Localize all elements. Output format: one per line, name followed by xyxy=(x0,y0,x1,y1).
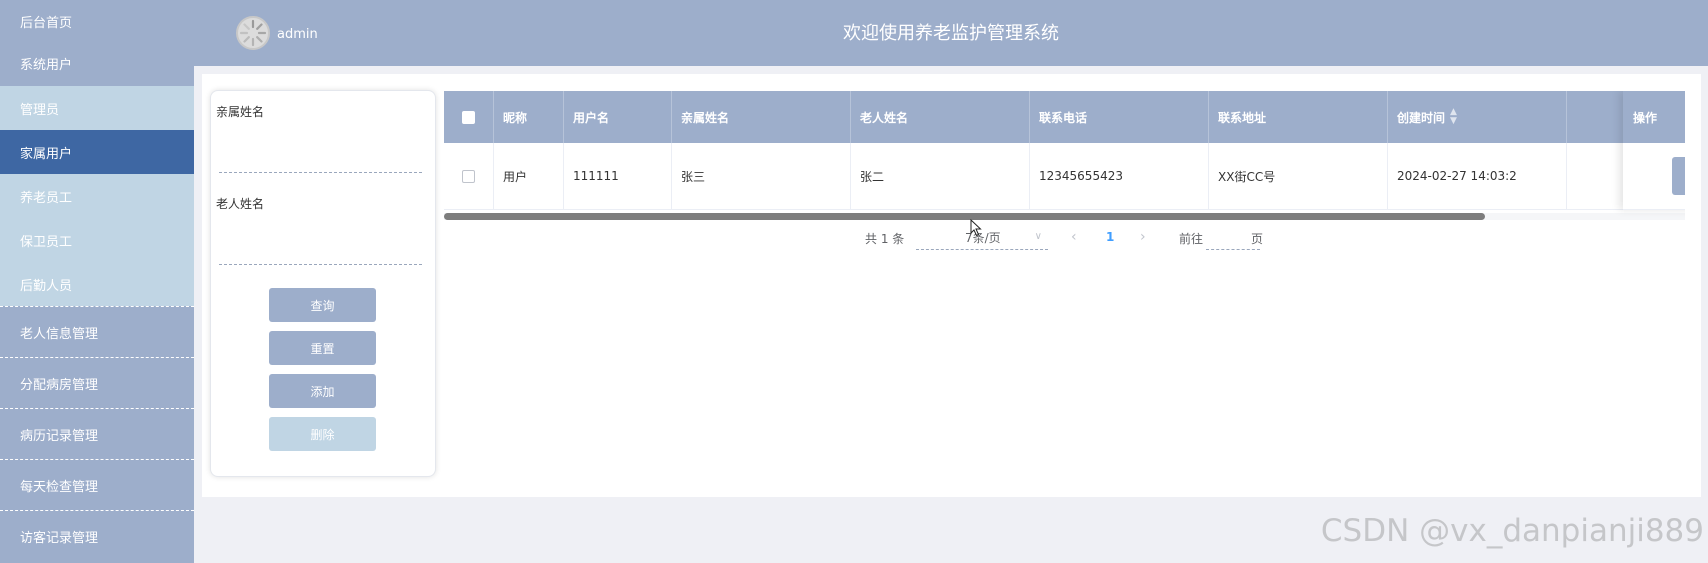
sidebar-item-admins[interactable]: 管理员 xyxy=(0,86,194,130)
sidebar-submenu-system-users: 管理员 家属用户 养老员工 保卫员工 后勤人员 xyxy=(0,86,194,306)
sidebar-item-visitor-records[interactable]: 访客记录管理 xyxy=(0,510,194,561)
sidebar-item-label: 家属用户 xyxy=(20,146,73,162)
sidebar-item-care-staff[interactable]: 养老员工 xyxy=(0,174,194,218)
pagination-total: 共 1 条 xyxy=(865,232,905,246)
data-table: 昵称 用户名 亲属姓名 老人姓名 联系电话 联系地址 创建时间 ▲ ▼ 用户 11… xyxy=(444,91,1685,227)
sidebar-item-system-users[interactable]: 系统用户 xyxy=(0,40,194,86)
column-header-created-at[interactable]: 创建时间 ▲ ▼ xyxy=(1388,91,1567,143)
table-row[interactable]: 用户 111111 张三 张二 12345655423 XX街CC号 2024-… xyxy=(444,143,1685,210)
cell-address: XX街CC号 xyxy=(1209,143,1388,209)
sidebar-item-label: 后台首页 xyxy=(20,16,73,31)
sidebar-item-label: 病历记录管理 xyxy=(20,428,99,444)
app-title: 欢迎使用养老监护管理系统 xyxy=(843,23,1059,44)
delete-button[interactable]: 删除 xyxy=(269,417,376,451)
elder-name-label: 老人姓名 xyxy=(216,197,265,211)
reset-button[interactable]: 重置 xyxy=(269,331,376,365)
scrollbar-thumb[interactable] xyxy=(444,213,1485,220)
query-button[interactable]: 查询 xyxy=(269,288,376,322)
sidebar-item-daily-checks[interactable]: 每天检查管理 xyxy=(0,459,194,510)
cell-elder-name: 张二 xyxy=(851,143,1030,209)
pagination: 共 1 条 7条/页 ∨ ‹ 1 › 前往 页 xyxy=(0,226,1708,250)
select-all-checkbox[interactable] xyxy=(462,110,475,124)
next-page-icon[interactable]: › xyxy=(1140,229,1146,245)
sidebar-item-ward-assignment[interactable]: 分配病房管理 xyxy=(0,357,194,408)
goto-label: 前往 xyxy=(1179,232,1204,246)
column-header-elder-name: 老人姓名 xyxy=(851,91,1030,143)
horizontal-scrollbar[interactable] xyxy=(444,213,1685,220)
select-all-cell xyxy=(444,91,494,143)
row-checkbox[interactable] xyxy=(462,169,475,183)
sidebar-item-label: 养老员工 xyxy=(20,190,73,206)
page-size-select[interactable]: 7条/页 ∨ xyxy=(916,226,1048,250)
detail-button[interactable]: 详情 xyxy=(1671,157,1685,195)
column-header-label: 创建时间 xyxy=(1397,110,1446,125)
sidebar-item-label: 访客记录管理 xyxy=(20,530,99,546)
cell-phone: 12345655423 xyxy=(1030,143,1209,209)
page-number-current[interactable]: 1 xyxy=(1106,230,1114,244)
cell-relative-name: 张三 xyxy=(672,143,851,209)
column-header-username: 用户名 xyxy=(564,91,672,143)
mouse-cursor-icon xyxy=(970,219,982,237)
column-header-address: 联系地址 xyxy=(1209,91,1388,143)
main-panel: 亲属姓名 老人姓名 查询 重置 添加 删除 昵称 用户名 亲属姓名 老人姓名 联… xyxy=(202,74,1701,497)
sidebar-item-label: 每天检查管理 xyxy=(20,479,99,495)
prev-page-icon[interactable]: ‹ xyxy=(1071,229,1077,245)
row-select-cell xyxy=(444,143,494,209)
sort-caret-icon[interactable]: ▲ ▼ xyxy=(1450,108,1457,126)
sidebar-item-label: 系统用户 xyxy=(20,57,73,73)
sidebar-item-home[interactable]: 后台首页 xyxy=(0,0,194,40)
relative-name-input[interactable] xyxy=(219,143,422,173)
fixed-action-column: 操作 详情 xyxy=(1623,91,1685,210)
sidebar-item-label: 后勤人员 xyxy=(20,278,73,294)
column-header-actions: 操作 xyxy=(1623,91,1685,143)
sidebar-item-label: 老人信息管理 xyxy=(20,326,99,342)
column-header-nickname: 昵称 xyxy=(494,91,564,143)
sidebar-item-logistics-staff[interactable]: 后勤人员 xyxy=(0,262,194,306)
goto-suffix-label: 页 xyxy=(1251,232,1264,246)
top-header: admin 欢迎使用养老监护管理系统 xyxy=(194,0,1708,66)
search-panel: 亲属姓名 老人姓名 查询 重置 添加 删除 xyxy=(210,90,436,477)
sidebar-item-label: 分配病房管理 xyxy=(20,377,99,393)
cell-created-at: 2024-02-27 14:03:2 xyxy=(1388,143,1567,209)
sidebar-item-elder-info[interactable]: 老人信息管理 xyxy=(0,306,194,357)
sidebar-item-family-users[interactable]: 家属用户 xyxy=(0,130,194,174)
add-button[interactable]: 添加 xyxy=(269,374,376,408)
relative-name-label: 亲属姓名 xyxy=(216,105,265,119)
table-scroll-area: 昵称 用户名 亲属姓名 老人姓名 联系电话 联系地址 创建时间 ▲ ▼ 用户 11… xyxy=(444,91,1685,210)
sidebar-item-medical-records[interactable]: 病历记录管理 xyxy=(0,408,194,459)
table-header: 昵称 用户名 亲属姓名 老人姓名 联系电话 联系地址 创建时间 ▲ ▼ xyxy=(444,91,1685,143)
column-header-relative-name: 亲属姓名 xyxy=(672,91,851,143)
column-header-phone: 联系电话 xyxy=(1030,91,1209,143)
chevron-down-icon: ∨ xyxy=(1034,231,1042,242)
cell-nickname: 用户 xyxy=(494,143,564,209)
sidebar-item-label: 管理员 xyxy=(20,102,60,118)
sidebar: 后台首页 系统用户 管理员 家属用户 养老员工 保卫员工 后勤人员 老人信息管理… xyxy=(0,0,194,563)
watermark: CSDN @vx_danpianji889 xyxy=(1320,513,1704,549)
cell-username: 111111 xyxy=(564,143,672,209)
action-cell: 详情 xyxy=(1623,143,1685,210)
